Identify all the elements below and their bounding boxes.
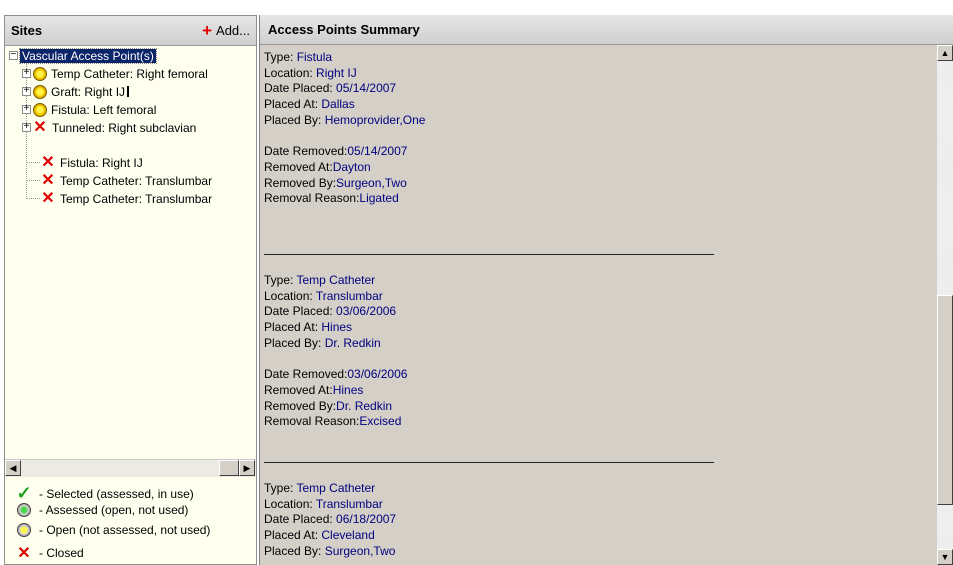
legend-label: - Selected (assessed, in use) bbox=[39, 486, 194, 501]
sites-title: Sites bbox=[11, 23, 43, 38]
closed-x-icon: ✕ bbox=[41, 153, 55, 171]
type-value: Temp Catheter bbox=[296, 273, 376, 287]
expand-icon[interactable]: + bbox=[22, 87, 31, 97]
removed-date-value: 03/06/2006 bbox=[347, 367, 408, 382]
tree-item[interactable]: + Fistula: Left femoral bbox=[22, 101, 156, 118]
summary-header: Access Points Summary bbox=[260, 15, 953, 45]
location-value: Right IJ bbox=[316, 65, 357, 80]
scroll-down-icon[interactable]: ▼ bbox=[937, 549, 953, 565]
tree-item-label: Tunneled: Right subclavian bbox=[52, 120, 197, 135]
placed-at-value: Dallas bbox=[321, 97, 355, 112]
placed-date-value: 03/06/2006 bbox=[336, 304, 397, 319]
tree-item-label: Temp Catheter: Translumbar bbox=[60, 173, 213, 188]
location-value: Translumbar bbox=[315, 288, 383, 303]
tree-item-label: Fistula: Right IJ bbox=[60, 155, 143, 170]
placed-date-value: 05/14/2007 bbox=[336, 81, 397, 96]
legend-label: - Closed bbox=[39, 546, 84, 560]
add-label: Add... bbox=[216, 23, 250, 38]
scroll-thumb[interactable] bbox=[219, 460, 239, 476]
add-site-button[interactable]: + Add... bbox=[202, 21, 250, 40]
summary-title: Access Points Summary bbox=[268, 22, 420, 37]
legend-item: - Open (not assessed, not used) bbox=[15, 523, 210, 537]
open-dot-icon bbox=[33, 102, 47, 117]
legend-item: ✓ - Selected (assessed, in use) bbox=[15, 483, 194, 504]
yellow-dot-icon bbox=[17, 523, 31, 537]
placed-at-value: Cleveland bbox=[321, 528, 375, 543]
tree-item[interactable]: + ✕ Tunneled: Right subclavian bbox=[22, 119, 196, 136]
summary-panel: Access Points Summary Type: Fistula Loca… bbox=[259, 15, 953, 565]
removed-at-value: Dayton bbox=[332, 159, 371, 174]
removal-reason-value: Excised bbox=[359, 414, 402, 429]
removed-by-value: Dr. Redkin bbox=[336, 398, 393, 413]
plus-icon: + bbox=[202, 21, 213, 40]
checkmark-icon: ✓ bbox=[16, 483, 32, 503]
open-dot-icon bbox=[33, 66, 47, 81]
location-value: Translumbar bbox=[315, 496, 383, 511]
horizontal-scrollbar[interactable]: ◀ ▶ bbox=[5, 459, 256, 477]
top-strip bbox=[0, 0, 953, 15]
tree-item[interactable]: + Temp Catheter: Right femoral bbox=[22, 65, 208, 82]
tree-item[interactable]: ✕ Temp Catheter: Translumbar bbox=[41, 172, 212, 189]
scroll-right-icon[interactable]: ▶ bbox=[239, 460, 255, 476]
legend-label: - Open (not assessed, not used) bbox=[39, 523, 211, 537]
record-divider bbox=[264, 254, 714, 255]
tree-item-label: Temp Catheter: Translumbar bbox=[60, 191, 213, 206]
tree-item-label: Graft: Right IJ bbox=[51, 84, 126, 99]
summary-content: Type: Fistula Location: Right IJ Date Pl… bbox=[264, 45, 936, 565]
tree-item[interactable]: ✕ Temp Catheter: Translumbar bbox=[41, 190, 212, 207]
tree-item[interactable]: + Graft: Right IJ bbox=[22, 83, 130, 100]
placed-by-value: Hemoprovider,One bbox=[324, 112, 426, 127]
collapse-icon[interactable]: − bbox=[9, 51, 18, 61]
tree-item-label: Fistula: Left femoral bbox=[51, 102, 157, 117]
type-value: Fistula bbox=[296, 50, 333, 64]
removed-by-value: Surgeon,Two bbox=[336, 175, 407, 190]
green-dot-icon bbox=[17, 503, 31, 517]
expand-icon[interactable]: + bbox=[22, 123, 31, 133]
scroll-up-icon[interactable]: ▲ bbox=[937, 45, 953, 61]
placed-at-value: Hines bbox=[321, 320, 353, 335]
scroll-left-icon[interactable]: ◀ bbox=[5, 460, 21, 476]
tree-root[interactable]: − Vascular Access Point(s) bbox=[9, 47, 157, 64]
sites-tree[interactable]: − Vascular Access Point(s) + Temp Cathet… bbox=[5, 46, 256, 459]
expand-icon[interactable]: + bbox=[22, 105, 31, 115]
type-value: Temp Catheter bbox=[296, 481, 376, 495]
access-record: Type: Fistula Location: Right IJ Date Pl… bbox=[264, 50, 426, 206]
tree-root-label: Vascular Access Point(s) bbox=[19, 47, 157, 64]
removed-date-value: 05/14/2007 bbox=[347, 144, 408, 159]
vertical-scrollbar[interactable]: ▲ ▼ bbox=[937, 45, 953, 565]
placed-by-value: Dr. Redkin bbox=[324, 335, 381, 350]
expand-icon[interactable]: + bbox=[22, 69, 31, 79]
sites-header: Sites + Add... bbox=[5, 16, 256, 46]
legend-label: - Assessed (open, not used) bbox=[39, 503, 189, 517]
scroll-thumb[interactable] bbox=[937, 295, 953, 505]
red-x-icon: ✕ bbox=[17, 545, 31, 562]
legend: ✓ - Selected (assessed, in use) - Assess… bbox=[5, 477, 256, 564]
sites-panel: Sites + Add... − Vascular Access Point(s… bbox=[4, 15, 257, 565]
closed-x-icon: ✕ bbox=[41, 189, 55, 207]
closed-x-icon: ✕ bbox=[33, 118, 47, 136]
removed-at-value: Hines bbox=[332, 382, 364, 397]
access-record: Type: Temp Catheter Location: Translumba… bbox=[264, 481, 397, 558]
legend-item: ✕ - Closed bbox=[15, 543, 84, 563]
placed-by-value: Surgeon,Two bbox=[324, 543, 396, 558]
record-divider bbox=[264, 462, 714, 463]
tree-item-label: Temp Catheter: Right femoral bbox=[51, 66, 208, 81]
placed-date-value: 06/18/2007 bbox=[336, 512, 397, 527]
closed-x-icon: ✕ bbox=[41, 171, 55, 189]
open-dot-icon bbox=[33, 84, 47, 99]
tree-item[interactable]: ✕ Fistula: Right IJ bbox=[41, 153, 143, 171]
legend-item: - Assessed (open, not used) bbox=[15, 503, 188, 517]
removal-reason-value: Ligated bbox=[359, 191, 399, 206]
access-record: Type: Temp Catheter Location: Translumba… bbox=[264, 273, 408, 429]
